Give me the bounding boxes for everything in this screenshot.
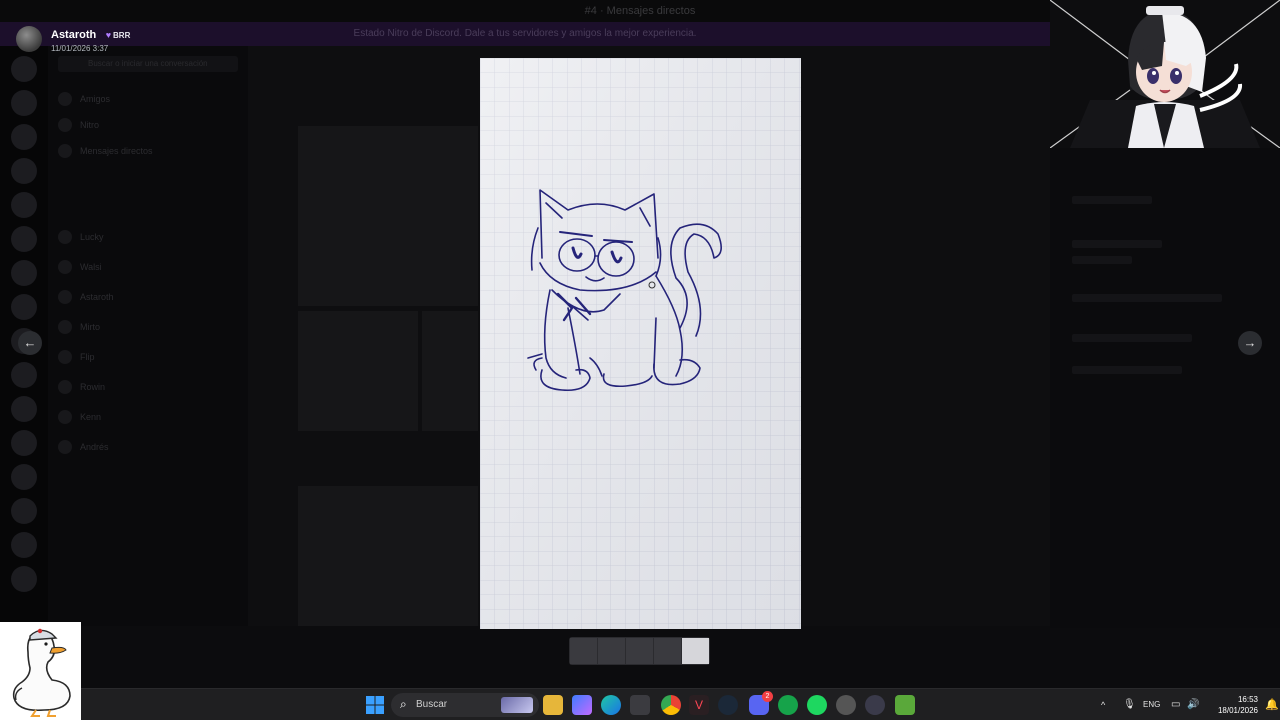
thumbnail[interactable] <box>598 638 625 664</box>
profile-field <box>1072 334 1192 342</box>
server-tag-label: BRR <box>113 30 131 40</box>
post-timestamp: 11/01/2026 3:37 <box>51 44 109 53</box>
attachment-author[interactable]: Astaroth ♥ BRR 11/01/2026 3:37 <box>16 25 130 53</box>
dm-list-item[interactable]: Andrés <box>58 438 238 456</box>
edge-icon[interactable] <box>601 695 621 715</box>
attachment-image[interactable] <box>480 58 801 629</box>
server-icon[interactable] <box>11 56 37 82</box>
copilot-icon[interactable] <box>572 695 592 715</box>
chrome-icon[interactable] <box>661 695 681 715</box>
chat-attachment[interactable] <box>298 311 418 431</box>
dm-list-item[interactable]: Astaroth <box>58 288 238 306</box>
start-button[interactable] <box>365 695 385 715</box>
banner-text: Estado Nitro de Discord. Dale a tus serv… <box>353 28 697 39</box>
profile-field <box>1072 366 1182 374</box>
volume-icon[interactable]: 🔊 <box>1187 699 1199 710</box>
profile-field <box>1072 256 1132 264</box>
server-tag-badge: ♥ BRR <box>106 30 131 40</box>
settings-icon[interactable] <box>865 695 885 715</box>
dm-list-item[interactable]: Mensajes directos <box>58 142 238 160</box>
next-image-button[interactable]: → <box>1238 331 1262 355</box>
chat-attachment[interactable] <box>422 311 478 431</box>
tray-chevron-icon[interactable]: ^ <box>1101 700 1105 710</box>
minecraft-icon[interactable] <box>895 695 915 715</box>
dm-search-input[interactable]: Buscar o iniciar una conversación <box>58 56 238 72</box>
network-icon[interactable]: ▭ <box>1171 699 1180 710</box>
server-icon[interactable] <box>11 158 37 184</box>
steam-icon[interactable] <box>718 695 738 715</box>
dm-list-item[interactable]: Amigos <box>58 90 238 108</box>
server-icon[interactable] <box>11 498 37 524</box>
dm-list-item[interactable]: Flip <box>58 348 238 366</box>
server-icon[interactable] <box>11 226 37 252</box>
clock-date: 18/01/2026 <box>1217 706 1258 715</box>
server-icon[interactable] <box>11 464 37 490</box>
app-title: #4 · Mensajes directos <box>584 5 696 17</box>
server-icon[interactable] <box>11 396 37 422</box>
server-icon[interactable] <box>11 566 37 592</box>
file-explorer-icon[interactable] <box>543 695 563 715</box>
dm-list-item[interactable]: Kenn <box>58 408 238 426</box>
duck-mascot <box>0 622 81 720</box>
microphone-icon[interactable]: 🎙 <box>1123 699 1136 710</box>
dm-list-item[interactable]: Nitro <box>58 116 238 134</box>
cat-drawing-image <box>480 58 801 629</box>
thumbnail[interactable] <box>570 638 597 664</box>
store-icon[interactable] <box>630 695 650 715</box>
thumbnail[interactable] <box>626 638 653 664</box>
dm-list-item[interactable]: Rowin <box>58 378 238 396</box>
app-icon[interactable] <box>778 695 798 715</box>
notifications-icon[interactable]: 🔔 <box>1265 698 1279 711</box>
avatar[interactable] <box>16 26 42 52</box>
server-icon[interactable] <box>11 192 37 218</box>
server-icon[interactable] <box>11 260 37 286</box>
system-clock[interactable]: 16:53 18/01/2026 <box>1206 694 1258 716</box>
profile-panel <box>1050 148 1280 628</box>
nitro-banner: Estado Nitro de Discord. Dale a tus serv… <box>0 22 1050 46</box>
language-indicator[interactable]: ENG <box>1143 700 1160 709</box>
dm-list-item[interactable]: Lucky <box>58 228 238 246</box>
windows-logo-icon <box>366 696 384 714</box>
profile-name-placeholder <box>1072 196 1152 204</box>
previous-image-button[interactable]: ← <box>18 331 42 355</box>
discord-badge: 2 <box>762 691 773 702</box>
search-icon: ⌕ <box>400 697 407 711</box>
obs-icon[interactable] <box>836 695 856 715</box>
server-icon[interactable] <box>11 90 37 116</box>
server-icon[interactable] <box>11 124 37 150</box>
server-icon[interactable] <box>11 532 37 558</box>
profile-field <box>1072 294 1222 302</box>
chat-attachment[interactable] <box>298 486 478 626</box>
thumbnail[interactable] <box>654 638 681 664</box>
server-icon[interactable] <box>11 430 37 456</box>
server-icon[interactable] <box>11 294 37 320</box>
discord-icon[interactable]: 2 <box>749 691 773 715</box>
valorant-icon[interactable]: V <box>689 695 709 715</box>
thumbnail-strip <box>569 637 710 665</box>
search-label: Buscar <box>416 699 448 710</box>
search-highlight-icon <box>501 697 533 713</box>
taskbar-search[interactable]: ⌕ Buscar <box>391 693 539 717</box>
profile-field <box>1072 240 1162 248</box>
dm-list-item[interactable]: Walsi <box>58 258 238 276</box>
author-name[interactable]: Astaroth <box>51 29 96 41</box>
webcam-overlay <box>1050 0 1280 148</box>
spotify-icon[interactable] <box>807 695 827 715</box>
dm-panel: Buscar o iniciar una conversación Amigos… <box>48 46 248 626</box>
server-icon[interactable] <box>11 362 37 388</box>
windows-taskbar: ⌕ Buscar V 2 ^ 🎙 ENG ▭ 🔊 16:53 18/01/202… <box>81 688 1280 720</box>
duck-icon <box>12 628 71 717</box>
chat-attachment[interactable] <box>298 126 478 306</box>
clock-time: 16:53 <box>1237 695 1258 704</box>
heart-icon: ♥ <box>105 30 112 40</box>
dm-list-item[interactable]: Mirto <box>58 318 238 336</box>
vtuber-avatar-image <box>1050 0 1280 148</box>
thumbnail-active[interactable] <box>682 638 709 664</box>
